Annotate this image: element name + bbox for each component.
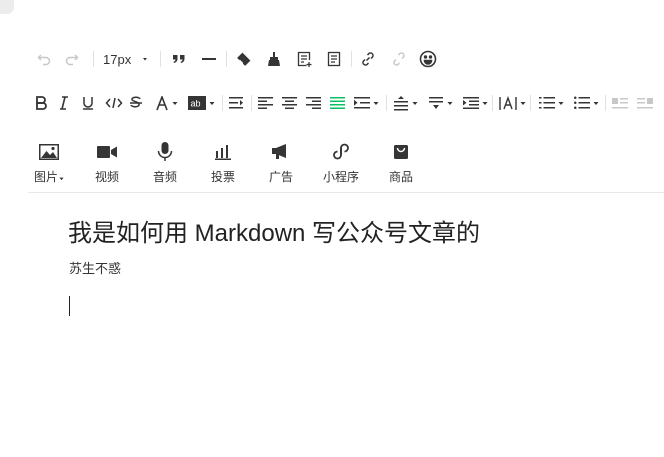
insert-video-label: 视频 <box>94 170 119 184</box>
strikethrough-icon[interactable] <box>128 89 144 117</box>
text-cursor <box>69 296 70 316</box>
insert-ad-button[interactable]: 广告 <box>256 140 306 190</box>
toolbar-divider <box>28 192 664 193</box>
toolbar-row-2: ab <box>0 89 664 117</box>
link-icon[interactable] <box>358 45 378 73</box>
unlink-icon[interactable] <box>389 45 409 73</box>
insert-miniprogram-label: 小程序 <box>322 170 359 184</box>
indent-icon[interactable] <box>227 89 245 117</box>
insert-video-button[interactable]: 视频 <box>82 140 132 190</box>
underline-icon[interactable] <box>80 89 96 117</box>
code-icon[interactable] <box>103 89 125 117</box>
float-right-icon[interactable] <box>636 89 654 117</box>
insert-audio-label: 音频 <box>152 170 177 184</box>
insert-product-button[interactable]: 商品 <box>376 140 426 190</box>
toolbar-separator <box>492 95 493 111</box>
toolbar-separator <box>226 51 227 67</box>
top-band <box>0 0 664 16</box>
horizontal-rule-icon[interactable] <box>199 45 219 73</box>
insert-miniprogram-button[interactable]: 小程序 <box>316 140 366 190</box>
toolbar-row-1: 17px <box>0 45 664 73</box>
line-height-icon[interactable] <box>391 89 419 117</box>
insert-poll-label: 投票 <box>210 170 235 184</box>
insert-product-label: 商品 <box>388 170 413 184</box>
undo-icon[interactable] <box>34 45 54 73</box>
window-corner <box>0 0 14 14</box>
italic-icon[interactable] <box>56 89 72 117</box>
float-left-icon[interactable] <box>611 89 629 117</box>
align-left-icon[interactable] <box>256 89 274 117</box>
shopping-bag-icon <box>393 140 409 164</box>
paragraph-indent-icon[interactable] <box>461 89 489 117</box>
miniprogram-icon <box>332 140 350 164</box>
font-size-value: 17px <box>103 51 132 67</box>
quote-icon[interactable] <box>169 45 189 73</box>
svg-text:ab: ab <box>190 99 200 109</box>
clear-format-icon[interactable] <box>233 45 253 73</box>
redo-icon[interactable] <box>62 45 82 73</box>
insert-image-label: 图片 <box>33 170 58 184</box>
toolbar-separator <box>222 95 223 111</box>
poll-icon <box>215 140 231 164</box>
font-color-icon[interactable] <box>152 89 180 117</box>
insert-image-button[interactable]: 图片 <box>24 140 74 190</box>
toolbar-separator <box>530 95 531 111</box>
insert-ad-label: 广告 <box>268 170 293 184</box>
toolbar-separator <box>351 51 352 67</box>
font-size-select[interactable]: 17px <box>103 45 149 73</box>
article-title[interactable]: 我是如何用 Markdown 写公众号文章的 <box>68 213 480 248</box>
article-author[interactable]: 苏生不惑 <box>69 258 121 277</box>
microphone-icon <box>157 140 173 164</box>
paragraph-spacing-icon[interactable] <box>426 89 454 117</box>
megaphone-icon <box>272 140 290 164</box>
letter-spacing-icon[interactable] <box>497 89 527 117</box>
insert-poll-button[interactable]: 投票 <box>198 140 248 190</box>
align-center-icon[interactable] <box>280 89 298 117</box>
insert-template-icon[interactable] <box>294 45 314 73</box>
background-color-icon[interactable]: ab <box>186 89 216 117</box>
image-icon <box>39 140 59 164</box>
toolbar-separator <box>386 95 387 111</box>
video-icon <box>97 140 117 164</box>
insert-bar: 图片 视频 音频 投票 广告 小程序 商品 <box>0 140 664 190</box>
format-painter-icon[interactable] <box>264 45 284 73</box>
bold-icon[interactable] <box>33 89 49 117</box>
insert-audio-button[interactable]: 音频 <box>140 140 190 190</box>
text-indent-icon[interactable] <box>352 89 380 117</box>
emoji-icon[interactable] <box>418 45 438 73</box>
justify-icon[interactable] <box>328 89 346 117</box>
align-right-icon[interactable] <box>304 89 322 117</box>
toolbar-separator <box>251 95 252 111</box>
toolbar-separator <box>93 51 94 67</box>
unordered-list-icon[interactable] <box>571 89 601 117</box>
toolbar-separator <box>160 51 161 67</box>
toolbar-separator <box>605 95 606 111</box>
template-icon[interactable] <box>324 45 344 73</box>
ordered-list-icon[interactable] <box>536 89 566 117</box>
